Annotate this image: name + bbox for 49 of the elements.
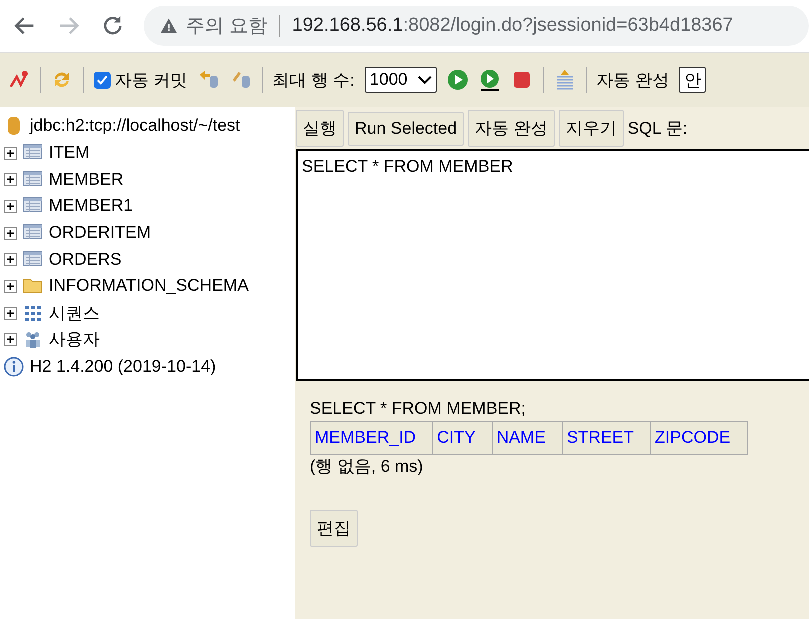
auto-commit-checkbox[interactable] [94, 72, 111, 88]
warning-icon [160, 17, 178, 35]
tree-item[interactable]: MEMBER [49, 170, 124, 190]
address-bar[interactable]: 주의 요함 192.168.56.1:8082/login.do?jsessionid=63b4d18367 [144, 6, 809, 46]
expand-toggle[interactable] [4, 226, 17, 240]
run-icon[interactable] [446, 69, 469, 91]
sql-editor[interactable]: SELECT * FROM MEMBER [296, 149, 809, 381]
result-status: (행 없음, 6 ms) [310, 456, 424, 478]
expand-toggle[interactable] [4, 200, 17, 213]
result-query: SELECT * FROM MEMBER; [310, 399, 526, 419]
max-rows-label: 최대 행 수: [272, 70, 355, 92]
tree-item[interactable]: MEMBER1 [49, 196, 134, 216]
tree-item[interactable]: 시퀀스 [49, 302, 100, 325]
edit-button[interactable]: 편집 [310, 510, 358, 547]
info-icon [4, 356, 24, 377]
auto-commit-label: 자동 커밋 [115, 70, 188, 92]
query-button[interactable]: 지우기 [558, 110, 624, 147]
tree-item[interactable]: ORDERS [49, 250, 122, 270]
expand-toggle[interactable] [4, 280, 17, 293]
sql-label: SQL 문: [628, 118, 688, 140]
column-header[interactable]: ZIPCODE [650, 422, 748, 454]
tree-item[interactable]: ORDERITEM [49, 223, 151, 244]
max-rows-select[interactable]: 1000 [364, 67, 437, 93]
sequence-icon [23, 303, 43, 324]
query-button[interactable]: 실행 [296, 110, 344, 147]
expand-toggle[interactable] [4, 333, 17, 346]
tree-item[interactable]: 사용자 [49, 328, 100, 352]
expand-toggle[interactable] [4, 173, 17, 186]
tree-item[interactable]: ITEM [49, 143, 90, 164]
autocomplete-select[interactable]: 안 [679, 67, 706, 93]
url-path: :8082/login.do?jsessionid=63b4d18367 [403, 15, 734, 37]
caret-icon [418, 75, 432, 85]
query-button[interactable]: Run Selected [348, 112, 464, 146]
query-button[interactable]: 자동 완성 [468, 110, 555, 147]
version-text: H2 1.4.200 (2019-10-14) [30, 356, 216, 377]
connection-url[interactable]: jdbc:h2:tcp://localhost/~/test [30, 116, 240, 136]
url-host: 192.168.56.1 [292, 15, 404, 37]
security-warning: 주의 요함 [186, 15, 268, 39]
autocomplete-label: 자동 완성 [596, 70, 670, 92]
column-header[interactable]: CITY [432, 422, 492, 454]
column-header[interactable]: MEMBER_ID [310, 422, 433, 454]
expand-toggle[interactable] [4, 306, 17, 320]
column-header[interactable]: STREET [562, 422, 650, 454]
expand-toggle[interactable] [4, 146, 17, 160]
column-header[interactable]: NAME [492, 422, 562, 454]
users-icon [23, 330, 43, 350]
expand-toggle[interactable] [4, 253, 17, 266]
tree-item[interactable]: INFORMATION_SCHEMA [49, 276, 249, 296]
run-selected-icon[interactable] [478, 69, 501, 91]
